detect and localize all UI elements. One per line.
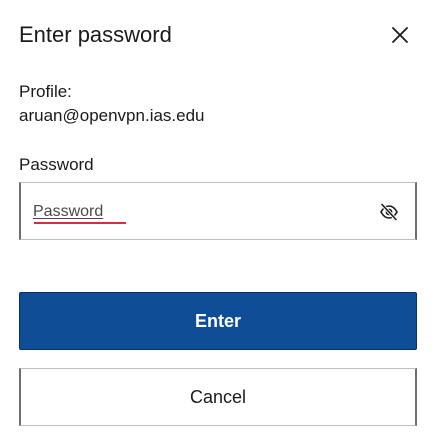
toggle-password-visibility-button[interactable]	[378, 202, 400, 222]
enter-button[interactable]: Enter	[19, 292, 417, 350]
close-icon	[392, 27, 408, 43]
profile-label: Profile:	[19, 82, 72, 101]
profile-value: aruan@openvpn.ias.edu	[19, 106, 205, 125]
eye-slash-icon	[380, 203, 398, 221]
dialog-title: Enter password	[19, 22, 172, 47]
password-label: Password	[19, 155, 94, 174]
spellcheck-underline	[34, 222, 126, 224]
close-button[interactable]	[386, 21, 414, 49]
cancel-button[interactable]: Cancel	[19, 368, 417, 426]
password-field	[19, 182, 417, 240]
